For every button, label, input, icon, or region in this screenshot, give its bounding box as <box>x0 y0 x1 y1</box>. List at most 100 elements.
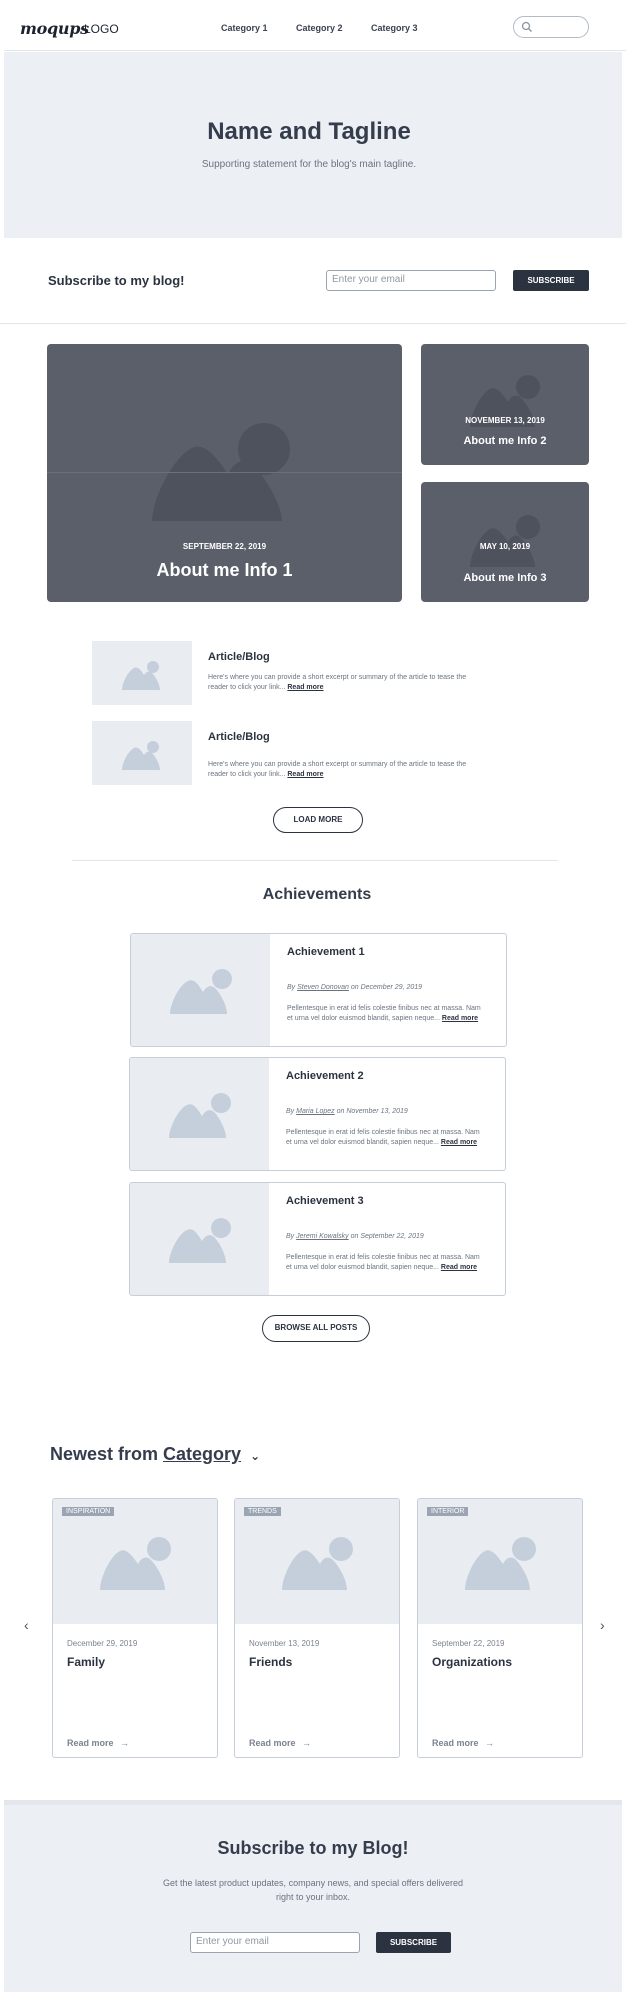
card-title[interactable]: Organizations <box>432 1655 512 1669</box>
achievement-meta: By Steven Donovan on December 29, 2019 <box>287 984 422 991</box>
carousel-prev-arrow[interactable]: ‹ <box>24 1617 29 1633</box>
article-title[interactable]: Article/Blog <box>208 731 270 743</box>
category-badge: TRENDS <box>244 1507 281 1516</box>
card-date: November 13, 2019 <box>249 1639 320 1648</box>
image-placeholder-icon <box>282 1537 353 1590</box>
image-placeholder-icon <box>470 515 540 567</box>
category-dropdown[interactable]: Category <box>163 1444 241 1464</box>
newest-prefix: Newest from <box>50 1444 159 1464</box>
load-more-button[interactable]: LOAD MORE <box>273 807 363 833</box>
read-more-link[interactable]: Read more → <box>432 1738 494 1748</box>
image-placeholder-icon <box>122 741 160 770</box>
achievement-excerpt: Pellentesque in erat id felis colestie f… <box>287 1004 487 1024</box>
carousel-next-arrow[interactable]: › <box>600 1617 605 1633</box>
image-placeholder-icon <box>169 1093 231 1138</box>
read-more-link[interactable]: Read more <box>287 684 323 691</box>
read-more-label: Read more <box>67 1738 114 1748</box>
newest-card[interactable]: TRENDS November 13, 2019 Friends Read mo… <box>234 1498 400 1758</box>
author-link[interactable]: Jeremi Kowalsky <box>296 1233 349 1240</box>
achievement-meta: By Jeremi Kowalsky on September 22, 2019 <box>286 1233 424 1240</box>
featured-date: NOVEMBER 13, 2019 <box>465 416 545 425</box>
featured-date: SEPTEMBER 22, 2019 <box>182 542 267 551</box>
newest-card[interactable]: INTERIOR September 22, 2019 Organization… <box>417 1498 583 1758</box>
achievement-title[interactable]: Achievement 1 <box>287 946 365 958</box>
category-badge: INTERIOR <box>427 1507 469 1516</box>
achievement-excerpt: Pellentesque in erat id felis colestie f… <box>286 1253 486 1273</box>
post-date: on September 22, 2019 <box>350 1233 424 1240</box>
achievement-title[interactable]: Achievement 3 <box>286 1195 364 1207</box>
article-excerpt-text: Here's where you can provide a short exc… <box>208 761 467 778</box>
image-placeholder-icon <box>100 1537 171 1590</box>
read-more-link[interactable]: Read more <box>441 1139 477 1146</box>
achievement-meta: By Maria Lopez on November 13, 2019 <box>286 1108 408 1115</box>
featured-title[interactable]: About me Info 1 <box>47 560 402 581</box>
image-placeholder-icon <box>169 1218 231 1263</box>
card-title[interactable]: Family <box>67 1655 105 1669</box>
article-excerpt: Here's where you can provide a short exc… <box>208 673 478 693</box>
card-image: INSPIRATION <box>53 1499 217 1624</box>
footer-email-field[interactable]: Enter your email <box>190 1932 360 1953</box>
read-more-link[interactable]: Read more → <box>249 1738 311 1748</box>
top-header: moqups LOGO Category 1 Category 2 Catego… <box>4 5 626 51</box>
read-more-link[interactable]: Read more <box>287 771 323 778</box>
brand-logo[interactable]: moqups <box>20 19 89 38</box>
image-placeholder-icon <box>152 423 290 521</box>
author-link[interactable]: Maria Lopez <box>296 1108 335 1115</box>
achievement-excerpt: Pellentesque in erat id felis colestie f… <box>286 1128 486 1148</box>
achievement-thumbnail <box>130 1183 269 1295</box>
by-label: By <box>287 984 296 991</box>
arrow-right-icon: → <box>302 1738 312 1748</box>
article-excerpt: Here's where you can provide a short exc… <box>208 760 478 780</box>
image-placeholder-icon <box>170 969 232 1014</box>
nav-category-3[interactable]: Category 3 <box>371 23 418 33</box>
achievement-thumbnail <box>130 1058 269 1170</box>
category-badge: INSPIRATION <box>62 1507 115 1516</box>
read-more-link[interactable]: Read more <box>442 1015 478 1022</box>
featured-card-1[interactable]: SEPTEMBER 22, 2019 About me Info 1 <box>47 344 402 602</box>
search-input[interactable] <box>513 16 589 38</box>
featured-card-3[interactable]: MAY 10, 2019 About me Info 3 <box>421 482 589 602</box>
divider <box>0 323 626 324</box>
author-link[interactable]: Steven Donovan <box>297 984 349 991</box>
divider <box>72 860 558 861</box>
browse-all-posts-button[interactable]: BROWSE ALL POSTS <box>262 1315 370 1342</box>
divider <box>47 472 402 473</box>
achievement-card[interactable]: Achievement 1 By Steven Donovan on Decem… <box>130 933 507 1047</box>
article-thumbnail[interactable] <box>92 641 192 705</box>
featured-title[interactable]: About me Info 2 <box>421 435 589 447</box>
achievements-heading: Achievements <box>262 886 372 903</box>
newest-card[interactable]: INSPIRATION December 29, 2019 Family Rea… <box>52 1498 218 1758</box>
image-placeholder-icon <box>122 661 160 690</box>
footer-text: Get the latest product updates, company … <box>162 1878 463 1902</box>
featured-card-2[interactable]: NOVEMBER 13, 2019 About me Info 2 <box>421 344 589 465</box>
card-image: TRENDS <box>235 1499 399 1624</box>
arrow-right-icon: → <box>120 1738 130 1748</box>
logo-label: LOGO <box>84 22 119 36</box>
article-title[interactable]: Article/Blog <box>208 651 270 663</box>
read-more-link[interactable]: Read more <box>441 1264 477 1271</box>
chevron-down-icon[interactable]: ⌄ <box>250 1449 260 1463</box>
subscribe-button[interactable]: SUBSCRIBE <box>513 270 589 291</box>
achievement-title[interactable]: Achievement 2 <box>286 1070 364 1082</box>
card-date: December 29, 2019 <box>67 1639 138 1648</box>
read-more-label: Read more <box>432 1738 479 1748</box>
arrow-right-icon: → <box>485 1738 495 1748</box>
nav-category-2[interactable]: Category 2 <box>296 23 343 33</box>
by-label: By <box>286 1233 295 1240</box>
email-field[interactable]: Enter your email <box>326 270 496 291</box>
achievement-card[interactable]: Achievement 3 By Jeremi Kowalsky on Sept… <box>129 1182 506 1296</box>
achievement-card[interactable]: Achievement 2 By Maria Lopez on November… <box>129 1057 506 1171</box>
image-placeholder-icon <box>465 1537 536 1590</box>
achievement-thumbnail <box>131 934 270 1046</box>
footer-title: Subscribe to my Blog! <box>217 1838 409 1858</box>
search-icon <box>521 21 532 32</box>
featured-title[interactable]: About me Info 3 <box>421 572 589 584</box>
hero-subtitle: Supporting statement for the blog's main… <box>201 159 417 170</box>
hero-title: Name and Tagline <box>207 118 411 145</box>
post-date: on December 29, 2019 <box>350 984 423 991</box>
article-thumbnail[interactable] <box>92 721 192 785</box>
footer-subscribe-button[interactable]: SUBSCRIBE <box>376 1932 451 1953</box>
card-title[interactable]: Friends <box>249 1655 292 1669</box>
read-more-link[interactable]: Read more → <box>67 1738 129 1748</box>
nav-category-1[interactable]: Category 1 <box>221 23 268 33</box>
